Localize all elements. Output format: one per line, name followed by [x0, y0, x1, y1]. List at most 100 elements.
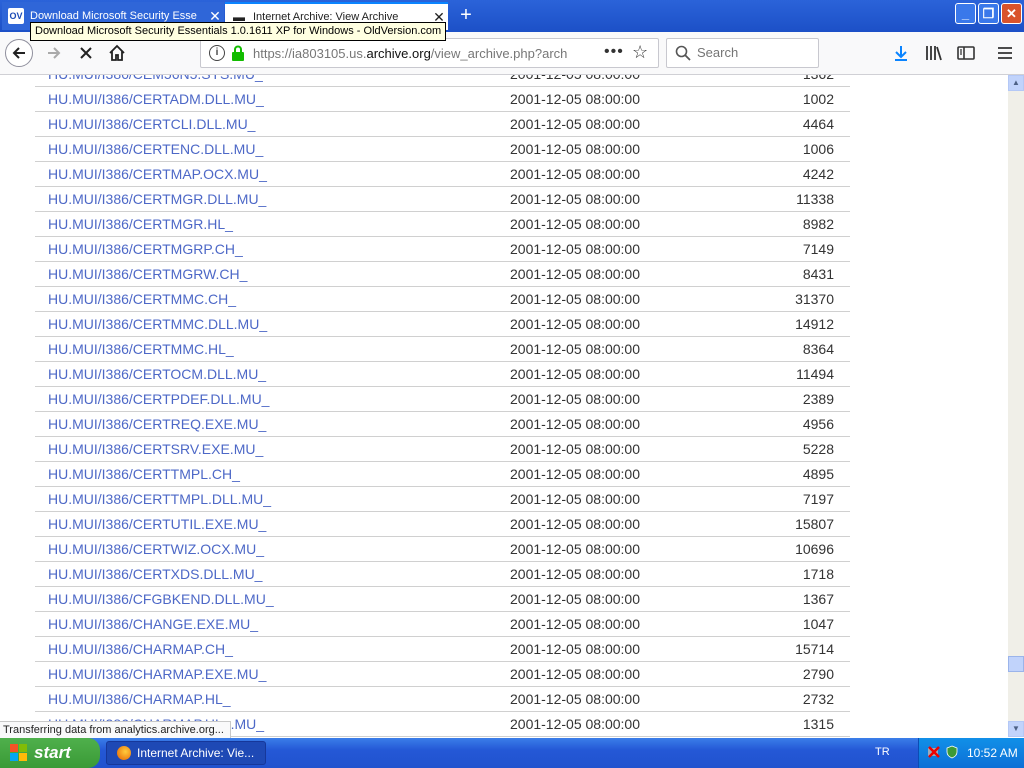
table-row: HU.MUI/I386/CHANGE.EXE.MU_ 2001-12-05 08:…: [35, 611, 850, 637]
file-link[interactable]: HU.MUI/I386/CERTTMPL.CH_: [48, 466, 240, 482]
file-date: 2001-12-05 08:00:00: [498, 561, 710, 587]
file-size: 2732: [710, 686, 850, 712]
file-link[interactable]: HU.MUI/I386/CERTCLI.DLL.MU_: [48, 116, 255, 132]
table-row: HU.MUI/I386/CERTMGRP.CH_ 2001-12-05 08:00…: [35, 236, 850, 262]
file-name-cell: HU.MUI/I386/CERTOCM.DLL.MU_: [35, 361, 498, 387]
file-name-cell: HU.MUI/I386/CERTMMC.CH_: [35, 286, 498, 312]
table-row: HU.MUI/I386/CERTXDS.DLL.MU_ 2001-12-05 08…: [35, 561, 850, 587]
file-size: 2790: [710, 661, 850, 687]
file-link[interactable]: HU.MUI/I386/CERTMMC.CH_: [48, 291, 236, 307]
table-row: HU.MUI/I386/CHARMAP.HL_ 2001-12-05 08:00:…: [35, 686, 850, 712]
file-name-cell: HU.MUI/I386/CFGBKEND.DLL.MU_: [35, 586, 498, 612]
scroll-up-arrow-icon[interactable]: ▲: [1008, 75, 1024, 91]
close-window-button[interactable]: ✕: [1001, 3, 1022, 24]
table-row: HU.MUI/I386/CERTMGRW.CH_ 2001-12-05 08:00…: [35, 261, 850, 287]
url-text[interactable]: https://ia803105.us.archive.org/view_arc…: [253, 46, 593, 61]
file-link[interactable]: HU.MUI/I386/CERTWIZ.OCX.MU_: [48, 541, 264, 557]
table-row: HU.MUI/I386/CERTSRV.EXE.MU_ 2001-12-05 08…: [35, 436, 850, 462]
file-size: 1047: [710, 611, 850, 637]
address-bar[interactable]: i https://ia803105.us.archive.org/view_a…: [200, 38, 659, 68]
table-row: HU.MUI/I386/CERTMAP.OCX.MU_ 2001-12-05 08…: [35, 161, 850, 187]
file-name-cell: HU.MUI/I386/CERTREQ.EXE.MU_: [35, 411, 498, 437]
file-link[interactable]: HU.MUI/I386/CHARMAP.HL_: [48, 691, 231, 707]
file-date: 2001-12-05 08:00:00: [498, 86, 710, 112]
sidebar-icon[interactable]: [956, 43, 976, 63]
file-size: 4895: [710, 461, 850, 487]
file-link[interactable]: HU.MUI/I386/CERTMGR.DLL.MU_: [48, 191, 266, 207]
file-name-cell: HU.MUI/I386/CHANGE.EXE.MU_: [35, 611, 498, 637]
info-icon[interactable]: i: [209, 45, 225, 61]
file-link[interactable]: HU.MUI/I386/CERTMGRP.CH_: [48, 241, 243, 257]
file-link[interactable]: HU.MUI/I386/CERTREQ.EXE.MU_: [48, 416, 266, 432]
file-link[interactable]: HU.MUI/I386/CERTMGRW.CH_: [48, 266, 247, 282]
language-indicator[interactable]: TR: [875, 746, 890, 758]
file-size: 4242: [710, 161, 850, 187]
file-link[interactable]: HU.MUI/I386/CEM56N5.SYS.MU_: [48, 75, 263, 82]
file-date: 2001-12-05 08:00:00: [498, 486, 710, 512]
file-date: 2001-12-05 08:00:00: [498, 711, 710, 737]
file-size: 10696: [710, 536, 850, 562]
vertical-scrollbar[interactable]: ▲ ▼: [1008, 75, 1024, 737]
library-icon[interactable]: [924, 43, 944, 63]
file-name-cell: HU.MUI/I386/CERTTMPL.CH_: [35, 461, 498, 487]
file-link[interactable]: HU.MUI/I386/CERTADM.DLL.MU_: [48, 91, 264, 107]
back-button[interactable]: [5, 39, 33, 67]
file-size: 11494: [710, 361, 850, 387]
page-actions-icon[interactable]: •••: [604, 43, 624, 61]
scroll-down-arrow-icon[interactable]: ▼: [1008, 721, 1024, 737]
file-link[interactable]: HU.MUI/I386/CERTMAP.OCX.MU_: [48, 166, 267, 182]
stop-loading-button[interactable]: [72, 39, 100, 67]
forward-arrow-icon: [48, 47, 61, 59]
table-row: HU.MUI/I386/CERTTMPL.DLL.MU_ 2001-12-05 0…: [35, 486, 850, 512]
file-link[interactable]: HU.MUI/I386/CERTMGR.HL_: [48, 216, 233, 232]
file-name-cell: HU.MUI/I386/CERTMMC.DLL.MU_: [35, 311, 498, 337]
file-date: 2001-12-05 08:00:00: [498, 286, 710, 312]
file-size: 15714: [710, 636, 850, 662]
windows-logo-icon: [10, 744, 28, 762]
file-link[interactable]: HU.MUI/I386/CERTENC.DLL.MU_: [48, 141, 263, 157]
file-link[interactable]: HU.MUI/I386/CHANGE.EXE.MU_: [48, 616, 258, 632]
file-link[interactable]: HU.MUI/I386/CHARMAP.EXE.MU_: [48, 666, 266, 682]
table-row: HU.MUI/I386/CERTMMC.HL_ 2001-12-05 08:00:…: [35, 336, 850, 362]
archive-file-table: HU.MUI/I386/CEM56N5.SYS.MU_ 2001-12-05 08…: [35, 75, 850, 737]
taskbar-window-firefox[interactable]: Internet Archive: Vie...: [106, 741, 266, 765]
minimize-button[interactable]: _: [955, 3, 976, 24]
home-button[interactable]: [103, 39, 131, 67]
network-error-icon[interactable]: [927, 745, 941, 759]
table-row: HU.MUI/I386/CERTCLI.DLL.MU_ 2001-12-05 08…: [35, 111, 850, 137]
firefox-icon: [117, 746, 131, 760]
file-link[interactable]: HU.MUI/I386/CERTUTIL.EXE.MU_: [48, 516, 266, 532]
security-shield-icon[interactable]: [945, 745, 959, 759]
file-link[interactable]: HU.MUI/I386/CHARMAP.CH_: [48, 641, 233, 657]
file-date: 2001-12-05 08:00:00: [498, 536, 710, 562]
file-name-cell: HU.MUI/I386/CERTADM.DLL.MU_: [35, 86, 498, 112]
table-row: HU.MUI/I386/CERTMGR.HL_ 2001-12-05 08:00:…: [35, 211, 850, 237]
bookmark-star-icon[interactable]: ☆: [632, 42, 648, 63]
download-icon[interactable]: [891, 43, 911, 63]
file-link[interactable]: HU.MUI/I386/CERTTMPL.DLL.MU_: [48, 491, 271, 507]
file-date: 2001-12-05 08:00:00: [498, 586, 710, 612]
file-link[interactable]: HU.MUI/I386/CERTOCM.DLL.MU_: [48, 366, 266, 382]
start-button[interactable]: start: [0, 738, 100, 768]
maximize-button[interactable]: ❐: [978, 3, 999, 24]
file-link[interactable]: HU.MUI/I386/CERTPDEF.DLL.MU_: [48, 391, 269, 407]
forward-button[interactable]: [40, 39, 68, 67]
file-link[interactable]: HU.MUI/I386/CERTSRV.EXE.MU_: [48, 441, 263, 457]
tab-tooltip: Download Microsoft Security Essentials 1…: [30, 22, 447, 41]
file-link[interactable]: HU.MUI/I386/CERTXDS.DLL.MU_: [48, 566, 262, 582]
file-size: 14912: [710, 311, 850, 337]
search-input[interactable]: [697, 45, 812, 60]
file-date: 2001-12-05 08:00:00: [498, 436, 710, 462]
file-date: 2001-12-05 08:00:00: [498, 311, 710, 337]
lock-icon[interactable]: [231, 45, 245, 61]
file-link[interactable]: HU.MUI/I386/CFGBKEND.DLL.MU_: [48, 591, 274, 607]
file-date: 2001-12-05 08:00:00: [498, 461, 710, 487]
file-date: 2001-12-05 08:00:00: [498, 386, 710, 412]
search-bar[interactable]: [666, 38, 819, 68]
file-link[interactable]: HU.MUI/I386/CERTMMC.DLL.MU_: [48, 316, 267, 332]
file-size: 7197: [710, 486, 850, 512]
hamburger-menu-icon[interactable]: [995, 43, 1015, 63]
scroll-thumb[interactable]: [1008, 656, 1024, 672]
new-tab-button[interactable]: +: [455, 4, 477, 26]
file-link[interactable]: HU.MUI/I386/CERTMMC.HL_: [48, 341, 234, 357]
